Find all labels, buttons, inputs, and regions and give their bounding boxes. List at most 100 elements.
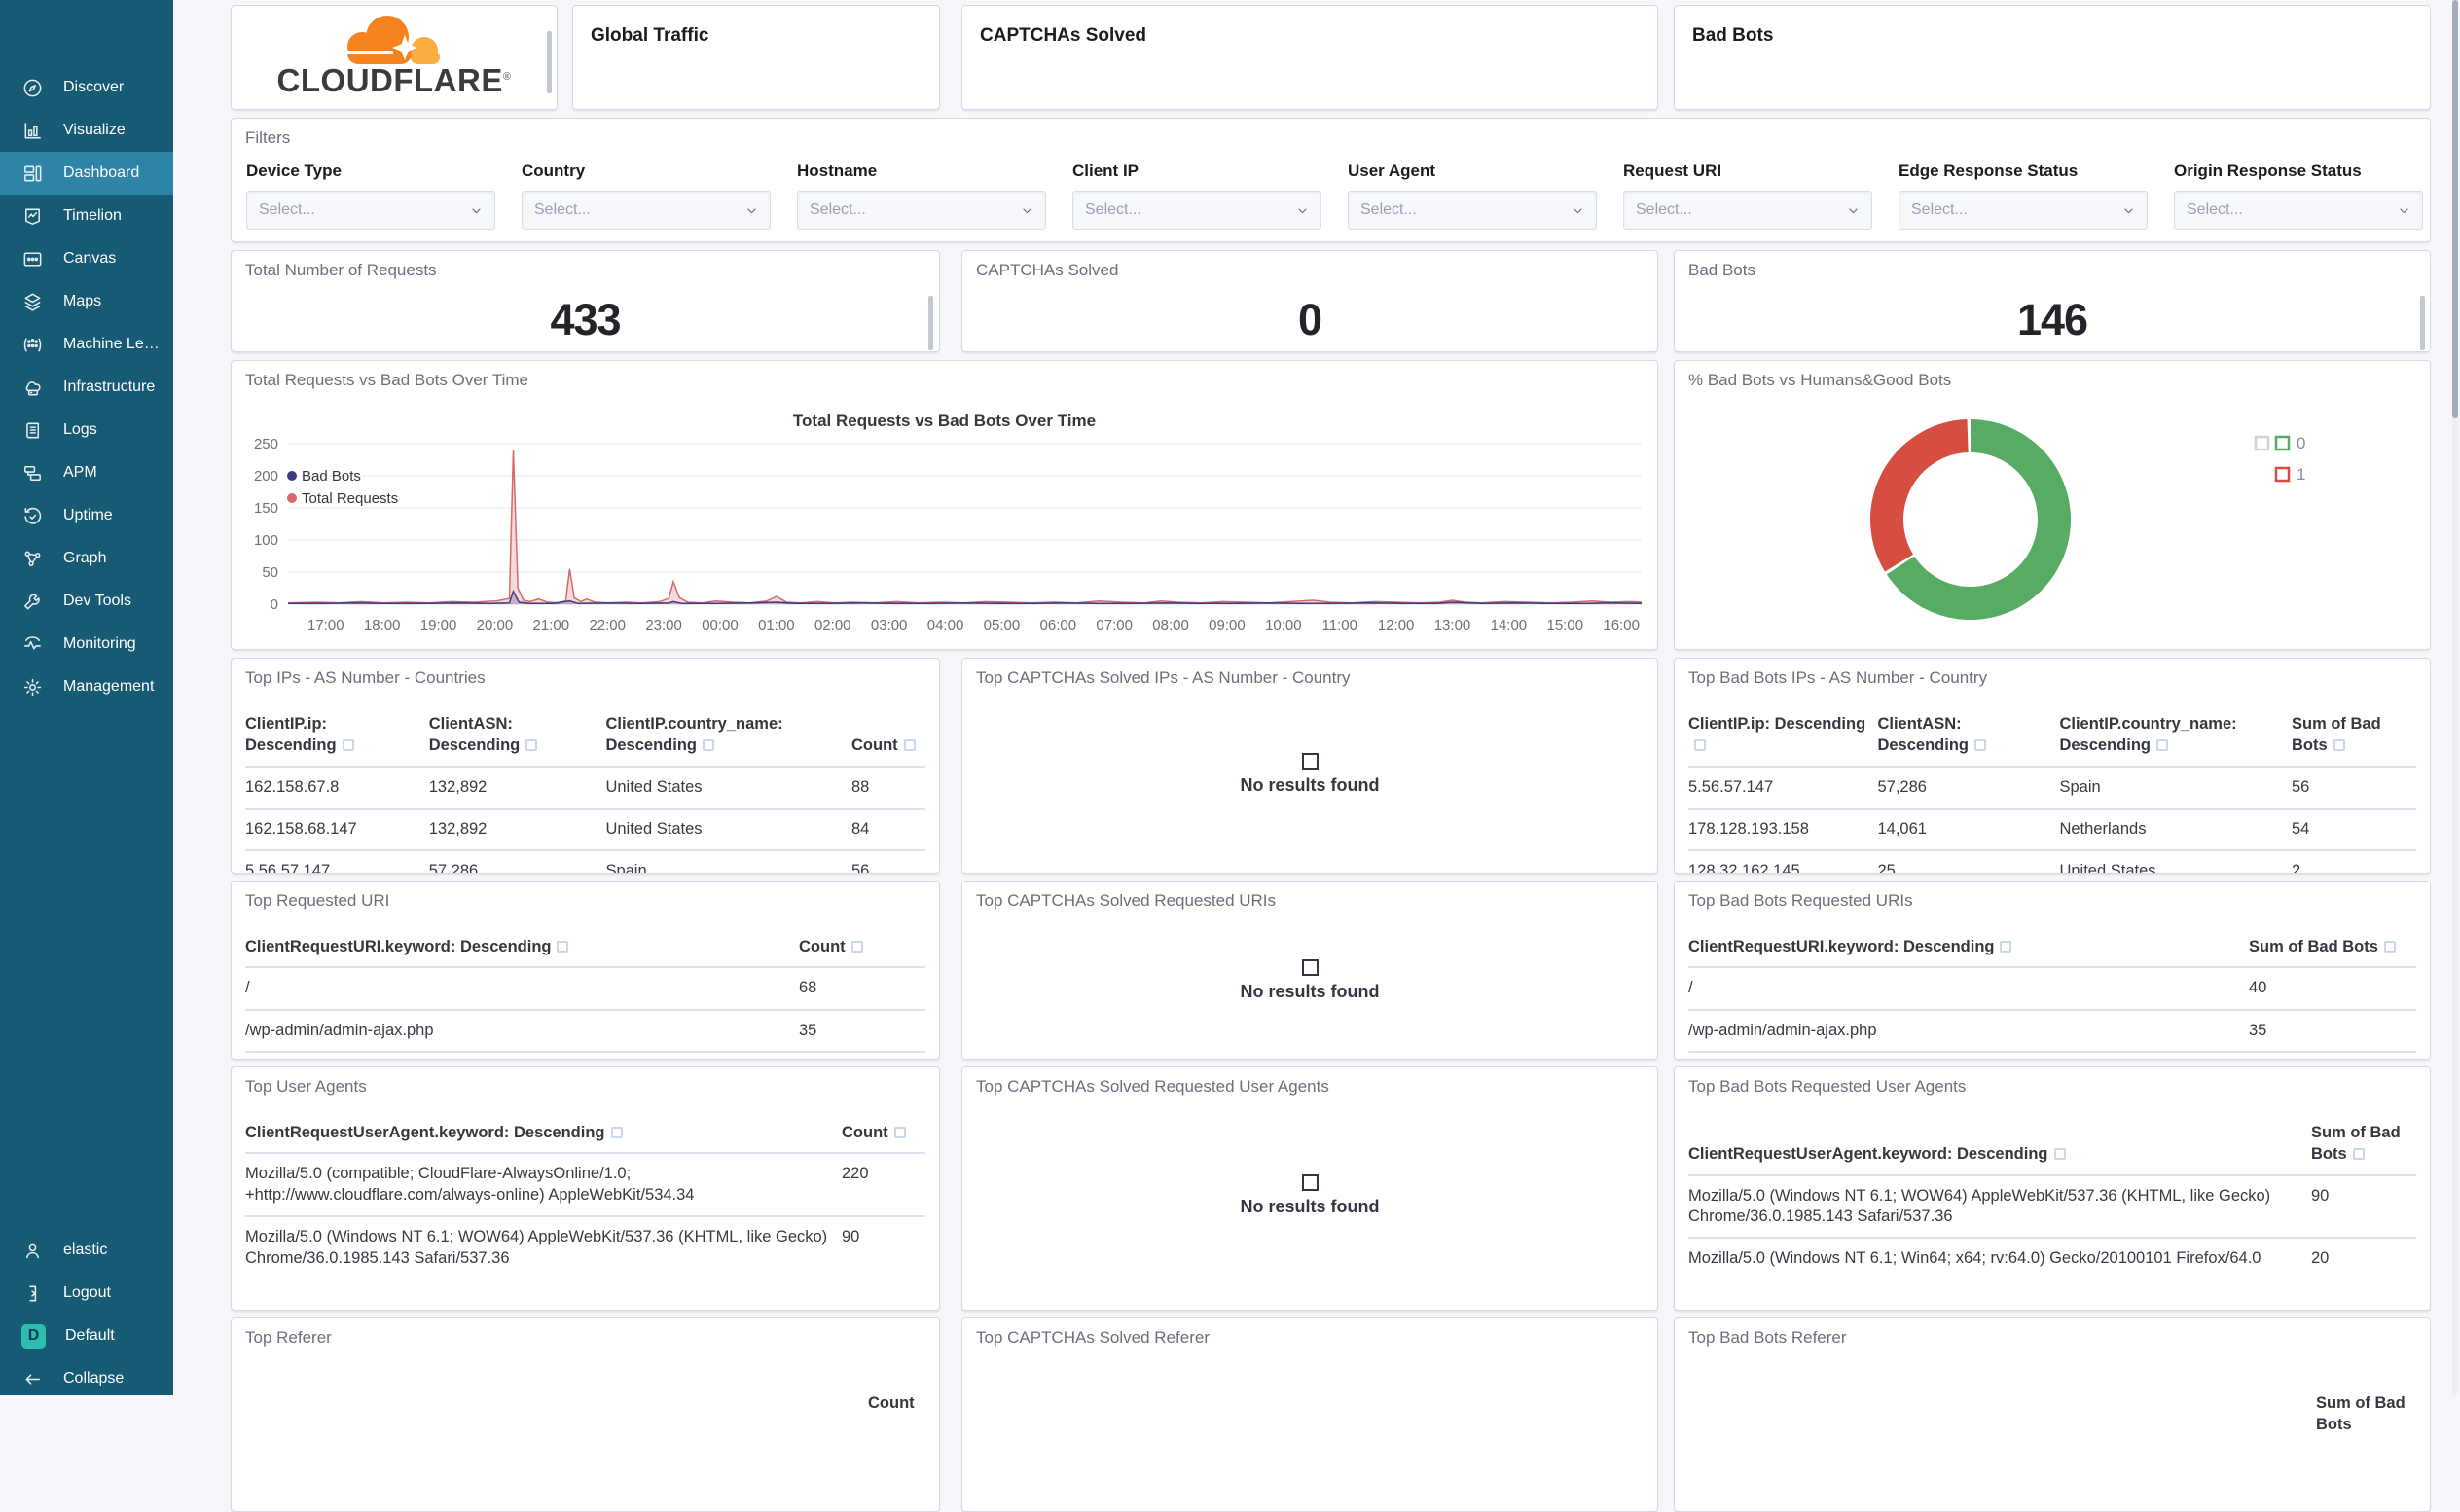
infrastructure-icon [21,377,44,399]
sidebar-footer-item-logout[interactable]: Logout [0,1272,173,1314]
no-results: No results found [962,752,1657,796]
sidebar-item-visualize[interactable]: Visualize [0,109,173,152]
svg-text:17:00: 17:00 [308,617,344,633]
panel-scrollbar[interactable] [547,31,552,93]
table-cell: 54 [2292,807,2416,851]
metric-value: 433 [550,295,621,344]
table-cell: 2 [2292,849,2416,873]
sidebar-item-label: APM [63,464,97,481]
table-cell: 20 [2311,1237,2416,1279]
column-header[interactable]: ClientRequestUserAgent.keyword: Descendi… [245,1122,842,1153]
table-cell: United States [605,765,851,809]
panel-scrollbar[interactable] [928,296,933,350]
legend-swatch [287,493,297,503]
table-row: 178.128.193.158 14,061 Netherlands 54 [1688,807,2416,851]
sidebar-item-apm[interactable]: APM [0,451,173,494]
sidebar-item-infrastructure[interactable]: Infrastructure [0,366,173,409]
table-cell: / [1688,966,2249,1010]
panel-scrollbar[interactable] [2420,296,2425,350]
sidebar: Discover Visualize Dashboard Timelion Canvas… [0,0,173,1395]
page-scrollbar-thumb[interactable] [2452,0,2458,418]
column-header[interactable]: Sum of Bad Bots [2292,713,2416,767]
filter-select-country[interactable]: Select... [522,191,771,230]
filter-label: Edge Response Status [1899,162,2079,180]
sidebar-item-timelion[interactable]: Timelion [0,195,173,237]
machine-learning-icon [21,334,44,356]
svg-text:05:00: 05:00 [984,617,1021,633]
svg-text:21:00: 21:00 [533,617,570,633]
panel-title: Top Bad Bots Referer [1688,1328,1847,1347]
sidebar-item-graph[interactable]: Graph [0,537,173,580]
sidebar-item-uptime[interactable]: Uptime [0,494,173,537]
column-header[interactable]: Count [868,1392,924,1414]
empty-icon [1301,1173,1319,1191]
column-header[interactable]: ClientIP.country_name: Descending [605,713,851,767]
column-header[interactable]: ClientRequestUserAgent.keyword: Descendi… [1688,1122,2311,1175]
svg-text:08:00: 08:00 [1152,617,1189,633]
filter-select-edge-response-status[interactable]: Select... [1899,191,2148,230]
sidebar-item-monitoring[interactable]: Monitoring [0,623,173,666]
panel-requests-over-time: Total Requests vs Bad Bots Over Time Tot… [231,360,1658,650]
sidebar-item-label: Logs [63,421,97,438]
sidebar-item-dev-tools[interactable]: Dev Tools [0,580,173,623]
filter-select-request-uri[interactable]: Select... [1623,191,1872,230]
column-header[interactable]: Count [842,1122,925,1153]
sidebar-item-discover[interactable]: Discover [0,66,173,109]
select-placeholder: Select... [1636,201,1692,218]
table-cell: 57,286 [428,849,606,873]
logout-icon [21,1282,44,1305]
sidebar-footer-item-collapse[interactable]: Collapse [0,1357,173,1400]
filter-select-user-agent[interactable]: Select... [1348,191,1597,230]
sidebar-item-canvas[interactable]: Canvas [0,237,173,280]
sort-icon [702,739,714,752]
column-header[interactable]: Sum of Bad Bots [2249,936,2416,967]
column-header[interactable]: Sum of Bad Bots [2311,1122,2416,1175]
dev-tools-icon [21,591,44,613]
table-cell: 5.56.57.147 [1688,765,1878,809]
table-row: Mozilla/5.0 (Windows NT 6.1; Win64; x64;… [1688,1237,2416,1279]
filter-select-client-ip[interactable]: Select... [1072,191,1321,230]
filter-select-device-type[interactable]: Select... [246,191,495,230]
column-header[interactable]: ClientRequestURI.keyword: Descending [1688,936,2249,967]
column-header[interactable]: Sum of Bad Bots [2316,1392,2415,1436]
dashboard-icon [21,162,44,185]
table-cell: Mozilla/5.0 (Windows NT 6.1; WOW64) Appl… [1688,1173,2311,1239]
column-header[interactable]: ClientIP.ip: Descending [1688,713,1877,767]
sidebar-item-management[interactable]: Management [0,666,173,708]
sidebar-item-machine-le[interactable]: Machine Le… [0,323,173,366]
sidebar-item-dashboard[interactable]: Dashboard [0,152,173,195]
column-header[interactable]: ClientASN: Descending [429,713,606,767]
svg-text:15:00: 15:00 [1547,617,1584,633]
chevron-down-icon [2120,202,2137,219]
table-cell: 90 [842,1215,925,1279]
filter-select-hostname[interactable]: Select... [797,191,1046,230]
metric-value: 0 [1297,295,1322,344]
line-chart: 0 50 100 150 200 250 17:00 18:00 19:00 20:00 21:00… [245,436,1646,649]
sidebar-footer-item-elastic[interactable]: elastic [0,1229,173,1272]
sidebar-item-maps[interactable]: Maps [0,280,173,323]
filter-select-origin-response-status[interactable]: Select... [2174,191,2423,230]
column-header[interactable]: ClientIP.ip: Descending [245,713,429,767]
chevron-down-icon [1294,202,1311,219]
table-cell: /wp-admin/admin-ajax.php [245,1008,799,1053]
sidebar-footer-item-default[interactable]: D Default [0,1314,173,1357]
sidebar-item-logs[interactable]: Logs [0,409,173,451]
column-header[interactable]: ClientRequestURI.keyword: Descending [245,936,799,967]
svg-text:12:00: 12:00 [1378,617,1415,633]
column-header[interactable]: ClientIP.country_name: Descending [2059,713,2292,767]
chevron-down-icon [1019,202,1035,219]
panel-title: Top CAPTCHAs Solved Referer [976,1328,1210,1347]
panel-heading: Global Traffic [591,25,709,46]
table-cell: /wp-admin/admin-post.php [1688,1051,2249,1059]
panel-title: Top Bad Bots IPs - AS Number - Country [1688,668,1988,687]
panel-top-badbot-user-agents: Top Bad Bots Requested User Agents Clien… [1674,1066,2431,1311]
table-cell: 16 [2249,1051,2416,1059]
table-row: /wp-admin/admin-ajax.php 35 [245,1008,925,1053]
sort-icon [2333,739,2345,752]
column-header[interactable]: ClientASN: Descending [1877,713,2059,767]
no-results: No results found [962,959,1657,1002]
column-header[interactable]: Count [799,936,925,967]
chevron-down-icon [743,202,760,219]
legend-swatch-empty [2254,435,2270,451]
column-header[interactable]: Count [851,713,925,767]
